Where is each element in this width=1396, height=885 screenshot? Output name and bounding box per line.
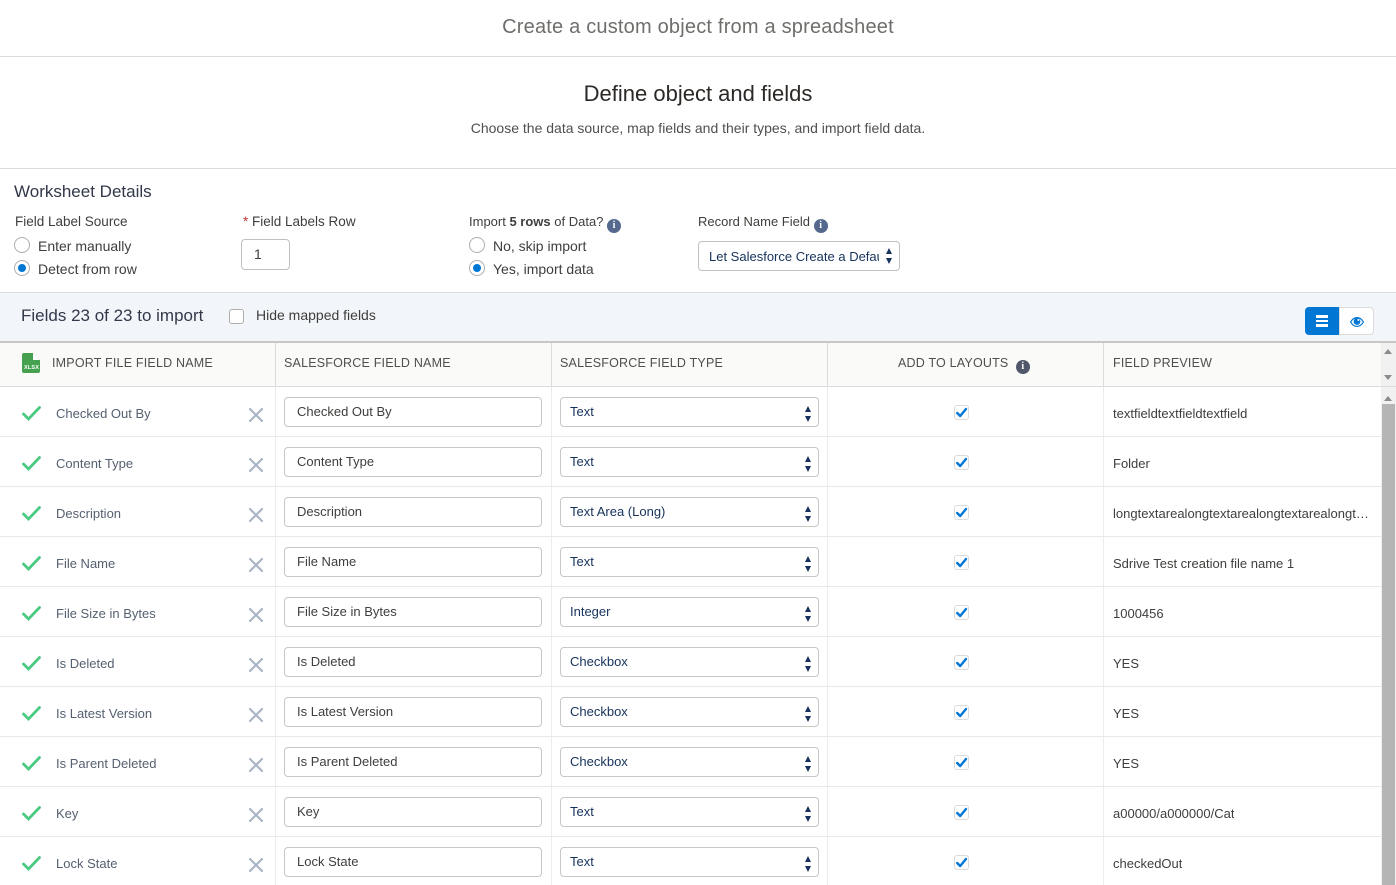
svg-text:XLSX: XLSX	[24, 365, 39, 371]
